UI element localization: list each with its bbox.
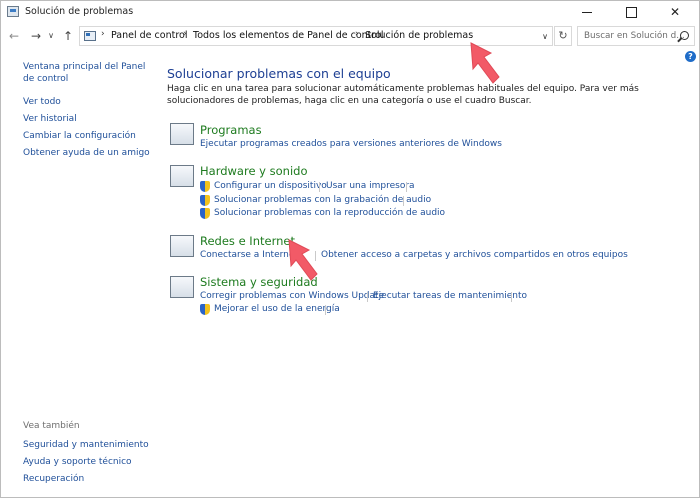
see-also-heading: Vea también	[23, 421, 80, 431]
task-run-maintenance[interactable]: Ejecutar tareas de mantenimiento	[373, 291, 527, 301]
leftnav-link-control-panel-home[interactable]: Ventana principal del Panel de control	[23, 61, 151, 85]
category-redes-e-internet[interactable]: Redes e Internet	[200, 234, 295, 248]
refresh-icon[interactable]: ↻	[554, 26, 572, 46]
breadcrumb-panel-de-control[interactable]: Panel de control	[111, 30, 187, 41]
admin-shield-icon	[200, 195, 210, 206]
breadcrumb-solucion-de-problemas[interactable]: Solución de problemas	[365, 30, 473, 41]
task-separator	[367, 292, 368, 302]
task-separator	[325, 305, 326, 315]
category-hardware-y-sonido[interactable]: Hardware y sonido	[200, 164, 308, 178]
system-security-icon[interactable]	[170, 276, 194, 298]
chevron-right-icon[interactable]: ›	[355, 29, 359, 39]
task-shared-folders[interactable]: Obtener acceso a carpetas y archivos com…	[321, 250, 628, 260]
control-panel-icon	[7, 6, 19, 17]
title-bar: Solución de problemas ✕	[1, 1, 699, 23]
admin-shield-icon	[200, 304, 210, 315]
see-also-link-help-support[interactable]: Ayuda y soporte técnico	[23, 456, 132, 468]
leftnav-link-view-all[interactable]: Ver todo	[23, 96, 61, 108]
minimize-button[interactable]	[565, 1, 609, 23]
left-navigation: Ventana principal del Panel de control V…	[1, 49, 161, 497]
task-audio-playback[interactable]: Solucionar problemas con la reproducción…	[214, 208, 445, 218]
search-icon[interactable]	[680, 31, 689, 40]
maximize-button[interactable]	[609, 1, 653, 23]
task-use-printer[interactable]: Usar una impresora	[326, 181, 415, 191]
task-separator	[319, 182, 320, 192]
network-internet-icon[interactable]	[170, 235, 194, 257]
help-icon[interactable]: ?	[685, 51, 696, 62]
search-placeholder: Buscar en Solución d...	[584, 31, 685, 41]
leftnav-link-view-history[interactable]: Ver historial	[23, 113, 77, 125]
control-panel-icon	[84, 31, 96, 41]
troubleshooting-window: Solución de problemas ✕ ← → ∨ ↑ › Panel …	[0, 0, 700, 498]
admin-shield-icon	[200, 181, 210, 192]
close-button[interactable]: ✕	[653, 1, 697, 23]
see-also-link-recovery[interactable]: Recuperación	[23, 473, 84, 485]
admin-shield-icon	[200, 208, 210, 219]
task-separator	[406, 182, 407, 192]
programs-icon[interactable]	[170, 123, 194, 145]
leftnav-link-change-settings[interactable]: Cambiar la configuración	[23, 130, 136, 142]
page-title: Solucionar problemas con el equipo	[167, 66, 391, 81]
task-power-usage[interactable]: Mejorar el uso de la energía	[214, 304, 340, 314]
forward-arrow-icon[interactable]: →	[27, 27, 45, 45]
chevron-right-icon[interactable]: ›	[183, 29, 187, 39]
back-arrow-icon[interactable]: ←	[5, 27, 23, 45]
task-audio-recording[interactable]: Solucionar problemas con la grabación de…	[214, 195, 431, 205]
chevron-right-icon[interactable]: ›	[101, 29, 105, 39]
address-dropdown-chevron-icon[interactable]: ∨	[539, 31, 551, 43]
task-run-old-programs[interactable]: Ejecutar programas creados para versione…	[200, 139, 502, 149]
annotation-arrow-icon	[283, 238, 318, 281]
task-configure-device[interactable]: Configurar un dispositivo	[214, 181, 327, 191]
hardware-sound-icon[interactable]	[170, 165, 194, 187]
up-arrow-icon[interactable]: ↑	[59, 27, 77, 45]
search-box[interactable]: Buscar en Solución d...	[577, 26, 695, 46]
task-windows-update[interactable]: Corregir problemas con Windows Update	[200, 291, 384, 301]
window-title: Solución de problemas	[25, 6, 134, 17]
task-separator	[403, 196, 404, 206]
see-also-link-security-maintenance[interactable]: Seguridad y mantenimiento	[23, 439, 149, 451]
task-separator	[511, 292, 512, 302]
leftnav-link-get-help-from-friend[interactable]: Obtener ayuda de un amigo	[23, 147, 150, 159]
annotation-arrow-icon	[465, 41, 500, 84]
recent-locations-chevron-icon[interactable]: ∨	[45, 27, 57, 45]
page-description: Haga clic en una tarea para solucionar a…	[167, 84, 639, 106]
category-programas[interactable]: Programas	[200, 123, 262, 137]
